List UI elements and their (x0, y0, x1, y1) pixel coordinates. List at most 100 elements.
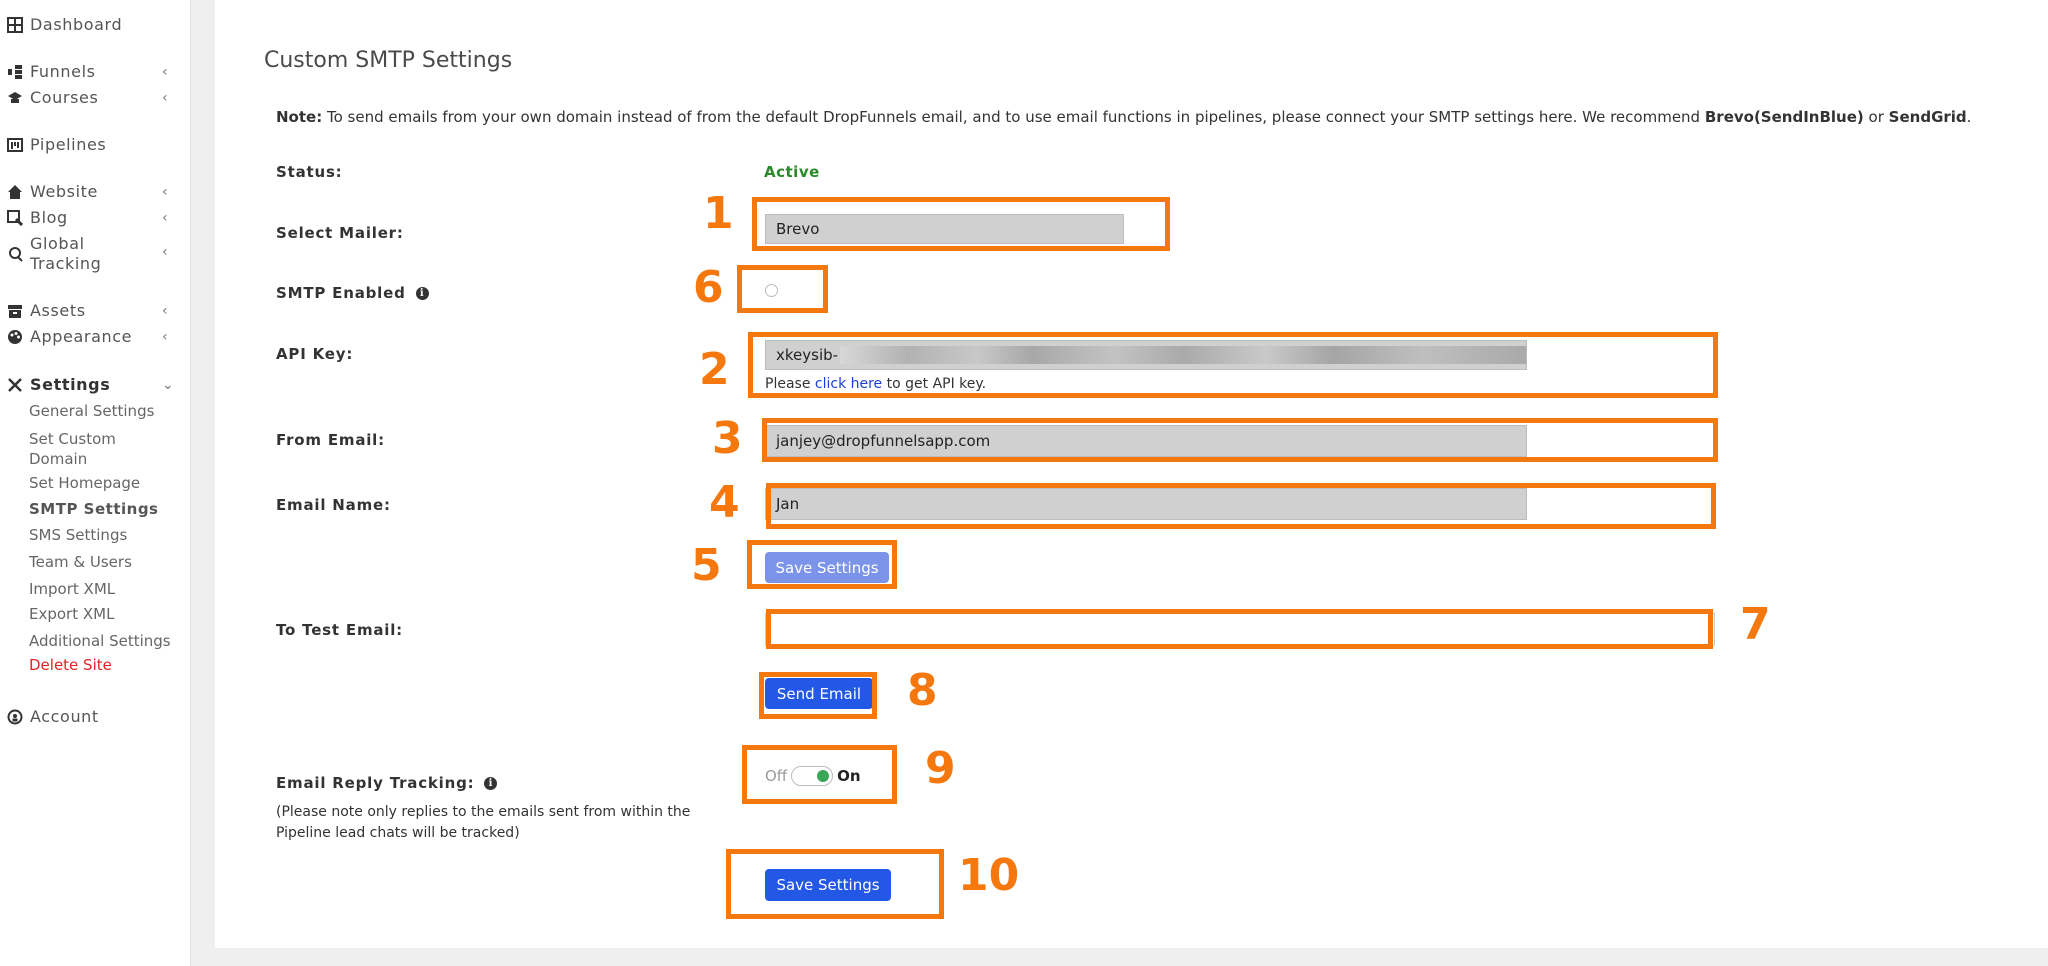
sidebar-item-settings[interactable]: Settings ⌄ (6, 375, 174, 394)
sidebar-item-label: Settings (30, 375, 111, 394)
funnel-icon (6, 63, 24, 81)
annotation-box-8 (759, 672, 877, 719)
annotation-box-3 (762, 418, 1718, 462)
info-icon[interactable]: i (415, 287, 429, 300)
chevron-left-icon: ‹ (162, 302, 169, 319)
sidebar-item-website[interactable]: Website ‹ (6, 182, 168, 201)
sidebar-item-label: Assets (30, 301, 86, 320)
home-icon (6, 183, 24, 201)
annotation-box-5 (747, 540, 897, 589)
sidebar-item-label: Funnels (30, 62, 96, 81)
annotation-box-4 (766, 483, 1716, 529)
reply-tracking-label: Email Reply Tracking: i (276, 774, 498, 792)
chevron-left-icon: ‹ (162, 328, 169, 345)
sidebar-subitem-export-xml[interactable]: Export XML (29, 605, 114, 623)
status-label: Status: (276, 163, 343, 181)
note-recommendation-1: Brevo(SendInBlue) (1704, 108, 1864, 126)
annotation-number: 1 (703, 188, 734, 239)
sidebar-subitem-delete-site[interactable]: Delete Site (29, 656, 112, 674)
account-icon (6, 708, 24, 726)
sidebar-subitem-additional-settings[interactable]: Additional Settings (29, 632, 171, 650)
annotation-number: 4 (709, 477, 740, 528)
chevron-left-icon: ‹ (162, 63, 169, 80)
email-name-label: Email Name: (276, 496, 391, 514)
annotation-box-6 (737, 265, 828, 313)
sidebar-subitem-smtp-settings[interactable]: SMTP Settings (29, 500, 158, 518)
smtp-note: Note: To send emails from your own domai… (276, 108, 1971, 126)
chevron-left-icon: ‹ (162, 209, 169, 226)
annotation-number: 2 (699, 344, 730, 395)
note-text: To send emails from your own domain inst… (326, 108, 1701, 126)
annotation-number: 5 (691, 540, 722, 591)
annotation-box-1 (752, 197, 1170, 251)
note-or: or (1868, 108, 1884, 126)
sidebar-item-label: Domain (29, 450, 88, 468)
sidebar-subitem-sms-settings[interactable]: SMS Settings (29, 526, 127, 544)
smtp-enabled-label: SMTP Enabled i (276, 284, 429, 302)
note-end: . (1966, 108, 1972, 126)
reply-tracking-note: (Please note only replies to the emails … (276, 802, 690, 844)
annotation-number: 8 (907, 665, 938, 716)
sidebar-item-global-tracking[interactable]: Global Tracking ‹ (6, 234, 168, 274)
assets-icon (6, 302, 24, 320)
status-value: Active (764, 163, 820, 181)
chevron-left-icon: ‹ (162, 183, 169, 200)
sidebar-item-label: Dashboard (30, 15, 123, 34)
sidebar-item-label: Set Custom (29, 430, 116, 448)
annotation-box-10 (726, 849, 944, 919)
chevron-left-icon: ‹ (162, 89, 169, 106)
sidebar-item-label: Website (30, 182, 98, 201)
sidebar-item-blog[interactable]: Blog ‹ (6, 208, 168, 227)
sidebar-item-account[interactable]: Account (6, 707, 99, 726)
tracking-icon (6, 245, 24, 263)
note-recommendation-2: SendGrid (1888, 108, 1967, 126)
sidebar-item-pipelines[interactable]: Pipelines (6, 135, 106, 154)
sidebar-item-label: Tracking (30, 254, 102, 273)
sidebar-subitem-set-custom-domain[interactable]: Set Custom Domain (29, 429, 116, 469)
blog-icon (6, 209, 24, 227)
annotation-number: 10 (958, 850, 1020, 901)
sidebar-item-courses[interactable]: Courses ‹ (6, 88, 168, 107)
tools-icon (6, 376, 24, 394)
sidebar-item-label: Appearance (30, 327, 133, 346)
sidebar-item-dashboard[interactable]: Dashboard (6, 15, 122, 34)
pipeline-icon (6, 136, 24, 154)
annotation-box-2 (748, 332, 1718, 398)
info-icon[interactable]: i (484, 777, 498, 790)
sidebar-item-label: Blog (30, 208, 68, 227)
chevron-left-icon: ‹ (162, 244, 169, 260)
annotation-number: 6 (693, 262, 724, 313)
from-email-label: From Email: (276, 431, 385, 449)
main-panel: Custom SMTP Settings Note: To send email… (215, 0, 2048, 948)
sidebar-subitem-team-users[interactable]: Team & Users (29, 553, 132, 571)
sidebar-subitem-import-xml[interactable]: Import XML (29, 580, 115, 598)
dashboard-icon (6, 16, 24, 34)
api-key-label: API Key: (276, 345, 354, 363)
annotation-box-9 (742, 745, 897, 804)
sidebar-item-label: Pipelines (30, 135, 107, 154)
reply-tracking-note-line: Pipeline lead chats will be tracked) (276, 825, 520, 841)
sidebar-item-appearance[interactable]: Appearance ‹ (6, 327, 168, 346)
page-title: Custom SMTP Settings (264, 48, 513, 73)
reply-tracking-text: Email Reply Tracking: (276, 774, 475, 792)
sidebar-subitem-general-settings[interactable]: General Settings (29, 402, 154, 420)
annotation-number: 9 (925, 743, 956, 794)
select-mailer-label: Select Mailer: (276, 224, 404, 242)
note-label: Note: (276, 108, 323, 126)
sidebar-item-assets[interactable]: Assets ‹ (6, 301, 168, 320)
palette-icon (6, 328, 24, 346)
sidebar-subitem-set-homepage[interactable]: Set Homepage (29, 474, 140, 492)
annotation-number: 3 (712, 413, 743, 464)
sidebar-item-funnels[interactable]: Funnels ‹ (6, 62, 168, 81)
sidebar: Dashboard Funnels ‹ Courses ‹ Pipelines … (0, 0, 191, 966)
annotation-number: 7 (1740, 599, 1771, 650)
smtp-enabled-text: SMTP Enabled (276, 284, 406, 302)
test-email-label: To Test Email: (276, 621, 403, 639)
reply-tracking-note-line: (Please note only replies to the emails … (276, 804, 691, 820)
graduation-cap-icon (6, 89, 24, 107)
sidebar-item-label: Account (30, 707, 99, 726)
annotation-box-7 (766, 609, 1713, 649)
sidebar-item-label: Global (30, 234, 85, 253)
sidebar-item-label: Courses (30, 88, 99, 107)
chevron-down-icon: ⌄ (162, 376, 175, 393)
